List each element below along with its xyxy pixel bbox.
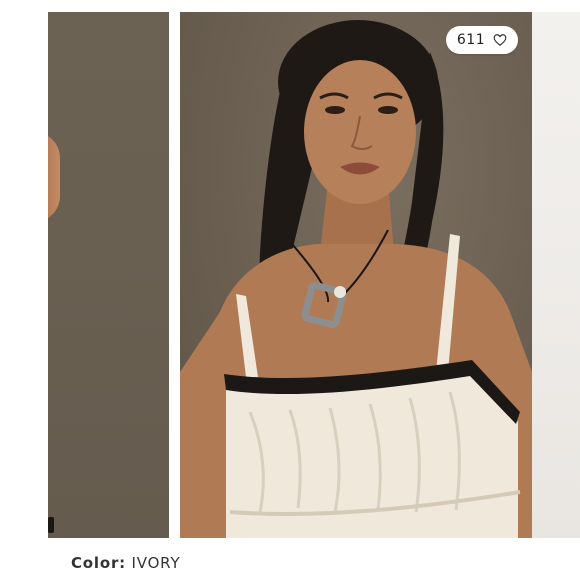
model-arm-fragment (48, 132, 60, 222)
face (304, 60, 416, 204)
color-info: Color: IVORY (71, 554, 180, 572)
like-button[interactable]: 611 (446, 26, 518, 54)
previous-product-photo[interactable] (48, 12, 169, 538)
pearl (334, 286, 346, 298)
product-image-gallery: 611 Color: IVORY (0, 0, 580, 580)
heart-outline-icon (493, 33, 507, 47)
color-label: Color: (71, 554, 126, 572)
product-photo-main[interactable] (180, 12, 532, 538)
right-eye (378, 106, 398, 114)
model-photo-illustration (180, 20, 532, 538)
left-eye (325, 106, 345, 114)
like-count: 611 (456, 32, 486, 48)
color-value: IVORY (131, 554, 181, 572)
next-image-edge[interactable] (532, 12, 580, 538)
garment-strap-fragment (48, 517, 54, 533)
